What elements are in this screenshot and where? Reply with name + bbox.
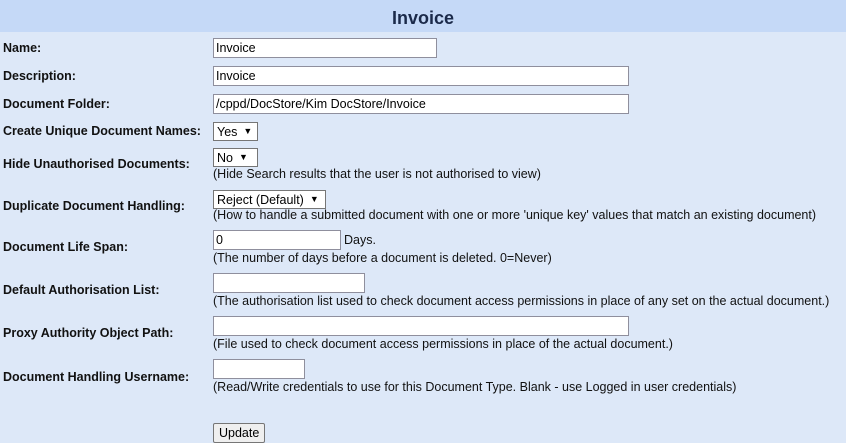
hide-unauthorised-select[interactable]: No ▼ — [213, 148, 258, 167]
handling-username-hint: (Read/Write credentials to use for this … — [213, 380, 737, 394]
unique-names-selected-value: Yes — [217, 124, 238, 139]
authorisation-list-input[interactable] — [213, 273, 365, 293]
hide-unauthorised-label: Hide Unauthorised Documents: — [3, 157, 190, 171]
duplicate-handling-select[interactable]: Reject (Default) ▼ — [213, 190, 326, 209]
handling-username-label: Document Handling Username: — [3, 370, 190, 384]
authorisation-list-label: Default Authorisation List: — [3, 283, 160, 297]
life-span-label: Document Life Span: — [3, 240, 129, 254]
proxy-path-label: Proxy Authority Object Path: — [3, 326, 174, 340]
name-input[interactable] — [213, 38, 437, 58]
unique-names-select[interactable]: Yes ▼ — [213, 122, 258, 141]
document-folder-label: Document Folder: — [3, 97, 110, 111]
chevron-down-icon: ▼ — [243, 126, 253, 136]
description-label: Description: — [3, 69, 76, 83]
duplicate-handling-hint: (How to handle a submitted document with… — [213, 208, 817, 222]
update-button[interactable]: Update — [213, 423, 266, 443]
hide-unauthorised-selected-value: No — [217, 150, 233, 165]
life-span-input[interactable] — [213, 230, 341, 250]
unique-names-label: Create Unique Document Names: — [3, 124, 201, 138]
authorisation-list-hint: (The authorisation list used to check do… — [213, 294, 830, 308]
life-span-hint: (The number of days before a document is… — [213, 251, 552, 265]
proxy-path-hint: (File used to check document access perm… — [213, 337, 673, 351]
document-folder-input[interactable] — [213, 94, 629, 114]
page-title: Invoice — [0, 0, 846, 32]
duplicate-handling-label: Duplicate Document Handling: — [3, 199, 185, 213]
life-span-days-suffix: Days. — [344, 233, 376, 247]
chevron-down-icon: ▼ — [238, 152, 248, 162]
description-input[interactable] — [213, 66, 629, 86]
proxy-path-input[interactable] — [213, 316, 629, 336]
handling-username-input[interactable] — [213, 359, 305, 379]
hide-unauthorised-hint: (Hide Search results that the user is no… — [213, 167, 541, 181]
chevron-down-icon: ▼ — [309, 194, 319, 204]
name-label: Name: — [3, 41, 42, 55]
duplicate-handling-selected-value: Reject (Default) — [217, 192, 304, 207]
